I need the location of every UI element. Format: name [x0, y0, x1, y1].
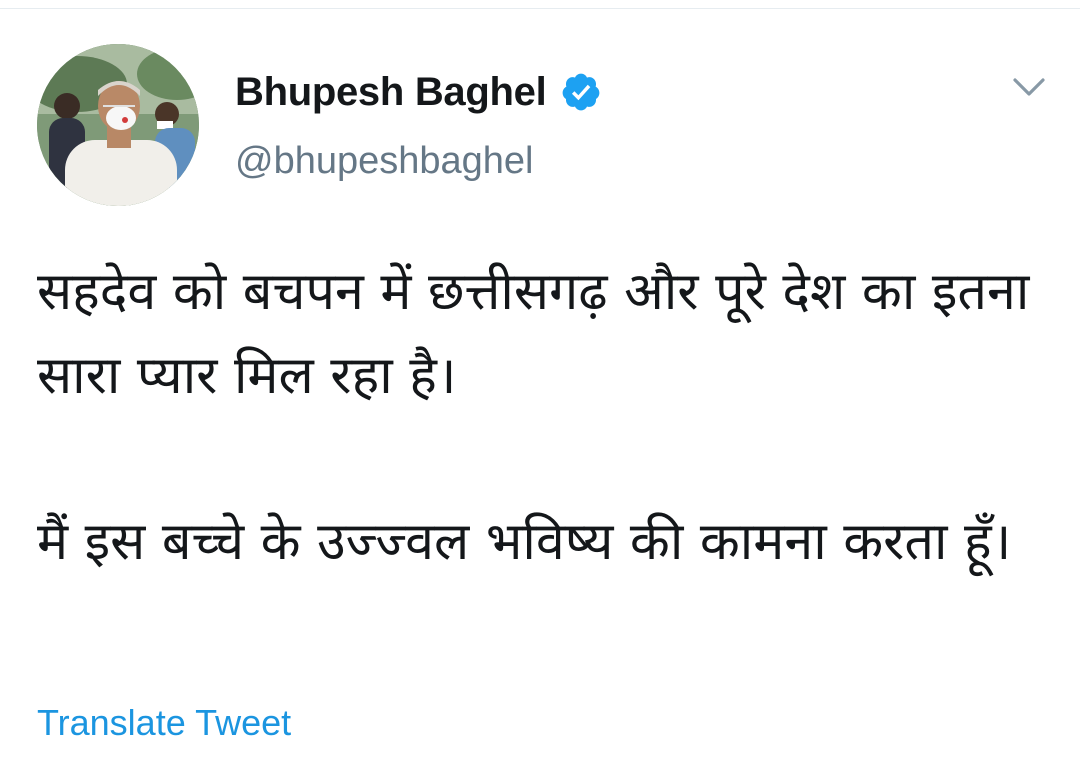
tweet-paragraph: सहदेव को बचपन में छत्तीसगढ़ और पूरे देश … — [37, 262, 1030, 406]
author-name-row: Bhupesh Baghel — [235, 64, 602, 120]
author-name[interactable]: Bhupesh Baghel — [235, 70, 547, 115]
avatar[interactable] — [37, 44, 199, 206]
chevron-down-icon[interactable] — [1010, 72, 1048, 102]
tweet-text: सहदेव को बचपन में छत्तीसगढ़ और पूरे देश … — [37, 250, 1047, 584]
profile-photo — [37, 44, 199, 206]
author-handle[interactable]: @bhupeshbaghel — [235, 140, 534, 183]
translate-tweet-link[interactable]: Translate Tweet — [37, 702, 291, 744]
top-divider — [0, 0, 1080, 9]
verified-badge-icon — [560, 71, 602, 113]
tweet-paragraph: मैं इस बच्चे के उज्ज्वल भविष्य की कामना … — [37, 512, 1012, 572]
